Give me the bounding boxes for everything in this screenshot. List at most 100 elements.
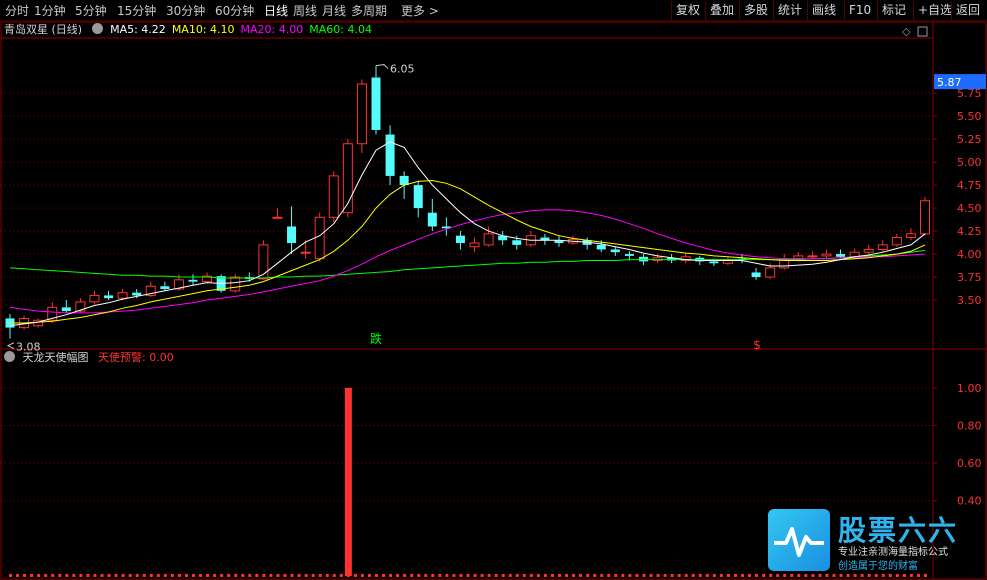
y-tick-label: 5.50 — [957, 110, 982, 123]
indicator-dot — [410, 574, 414, 577]
period-tab-10[interactable]: 更多 > — [401, 3, 439, 19]
period-tab-1[interactable]: 1分钟 — [34, 3, 66, 19]
candle-body-down — [709, 261, 719, 264]
toolbar-button-5[interactable]: F10 — [844, 1, 875, 20]
indicator-dot — [311, 574, 315, 577]
indicator-dot — [888, 574, 892, 577]
indicator-dot — [628, 574, 632, 577]
indicator-dot — [536, 574, 540, 577]
indicator-dot — [452, 574, 456, 577]
indicator-dot — [902, 574, 906, 577]
indicator-dot — [262, 574, 266, 577]
ma-labels: MA5: 4.22 MA10: 4.10 MA20: 4.00 MA60: 4.04 — [110, 23, 378, 36]
indicator-dot — [142, 574, 146, 577]
indicator-dot — [93, 574, 97, 577]
logo-pulse-icon — [768, 509, 830, 571]
indicator-dot — [579, 574, 583, 577]
signal-marker-fall: 跌 — [370, 331, 382, 346]
indicator-dot — [522, 574, 526, 577]
candle-body-down — [610, 249, 620, 253]
indicator-dot — [804, 574, 808, 577]
indicator-dot — [642, 574, 646, 577]
indicator-dot — [23, 574, 27, 577]
candle-body-up — [356, 83, 367, 145]
toolbar-button-8[interactable]: 返回 — [951, 1, 984, 20]
indicator-dot — [100, 574, 104, 577]
indicator-dot — [698, 574, 702, 577]
candle-body-down — [596, 244, 606, 250]
toolbar-button-3[interactable]: 统计 — [773, 1, 806, 20]
indicator-dot — [909, 574, 913, 577]
high-price-label: 6.05 — [390, 63, 415, 76]
indicator-dot — [135, 574, 139, 577]
indicator-dot — [607, 574, 611, 577]
candle-body-up — [469, 242, 480, 248]
toolbar-button-4[interactable]: 画线 — [807, 1, 840, 20]
period-tab-6[interactable]: 日线 — [264, 3, 288, 19]
ma-label-0: MA5: 4.22 — [110, 23, 166, 36]
y-tick-label: 4.50 — [957, 202, 982, 215]
period-tab-3[interactable]: 15分钟 — [117, 3, 156, 19]
candle-body-down — [287, 226, 297, 244]
settings-circle-icon[interactable] — [91, 23, 103, 34]
stock-title[interactable]: 青岛双星 (日线) — [4, 23, 82, 36]
indicator-dot — [445, 574, 449, 577]
period-tab-9[interactable]: 多周期 — [351, 3, 387, 19]
toolbar-button-0[interactable]: 复权 — [671, 1, 704, 20]
indicator-dot — [853, 574, 857, 577]
indicator-dot — [325, 574, 329, 577]
indicator-dot — [529, 574, 533, 577]
current-price-label: 5.87 — [937, 76, 962, 89]
candle-body-up — [89, 294, 100, 303]
period-tab-5[interactable]: 60分钟 — [215, 3, 254, 19]
indicator-dot — [684, 574, 688, 577]
indicator-dot — [783, 574, 787, 577]
candle-body-up — [765, 267, 776, 278]
toolbar-button-6[interactable]: 标记 — [877, 1, 910, 20]
indicator-dot — [797, 574, 801, 577]
indicator-dot — [832, 574, 836, 577]
indicator-dot — [37, 574, 41, 577]
toolbar-button-1[interactable]: 叠加 — [705, 1, 738, 20]
indicator-dot — [593, 574, 597, 577]
candle-body-down — [132, 292, 142, 296]
indicator-dot — [220, 574, 224, 577]
ma5-line — [9, 141, 926, 327]
period-tab-7[interactable]: 周线 — [293, 3, 317, 19]
indicator-dot — [44, 574, 48, 577]
indicator-dot — [163, 574, 167, 577]
indicator-name[interactable]: 天龙天使幅图 — [23, 351, 89, 364]
indicator-dot — [881, 574, 885, 577]
candle-body-down — [455, 235, 465, 244]
candle-body-down — [61, 307, 71, 312]
indicator-dot — [360, 574, 364, 577]
period-tab-4[interactable]: 30分钟 — [166, 3, 205, 19]
settings-circle-icon[interactable] — [4, 351, 15, 362]
indicator-dot — [65, 574, 69, 577]
indicator-dot — [494, 574, 498, 577]
period-tab-8[interactable]: 月线 — [322, 3, 346, 19]
indicator-dot — [269, 574, 273, 577]
y-tick-label: 4.25 — [957, 225, 982, 238]
candle-body-up — [807, 255, 818, 258]
indicator-dot — [621, 574, 625, 577]
kline-chart-area[interactable]: 5.75 5.50 5.25 5.00 4.75 4.50 4.25 4.00 3.75 3.50… — [0, 21, 987, 580]
y-tick-label: 4.00 — [957, 248, 982, 261]
toolbar-button-2[interactable]: 多股 — [739, 1, 772, 20]
indicator-dot — [241, 574, 245, 577]
indicator-dot — [107, 574, 111, 577]
candle-body-up — [328, 175, 339, 218]
period-tab-2[interactable]: 5分钟 — [75, 3, 107, 19]
indicator-dot — [586, 574, 590, 577]
indicator-dot — [72, 574, 76, 577]
indicator-dot — [177, 574, 181, 577]
indicator-dot — [572, 574, 576, 577]
candle-body-up — [905, 233, 916, 239]
indicator-dot — [473, 574, 477, 577]
period-tab-0[interactable]: 分时 — [5, 3, 29, 19]
indicator-dot — [776, 574, 780, 577]
chart-canvas[interactable]: 5.755.505.255.004.754.504.254.003.753.50… — [0, 21, 987, 580]
toolbar-button-7[interactable]: +自选 — [913, 1, 956, 20]
indicator-dot — [396, 574, 400, 577]
indicator-bar — [344, 387, 352, 576]
